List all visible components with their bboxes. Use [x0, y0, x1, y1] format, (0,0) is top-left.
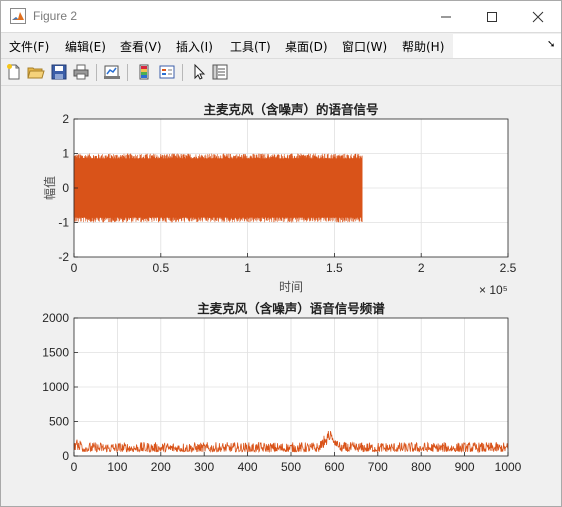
menu-bar: 文件(F) 编辑(E) 查看(V) 插入(I) 工具(T) 桌面(D) 窗口(W…: [1, 32, 561, 58]
axes-signal-ylabel: 幅值: [42, 176, 57, 200]
menu-window[interactable]: 窗口(W): [342, 38, 387, 55]
x-tick-label: 0.5: [152, 261, 169, 275]
x-tick-label: 800: [411, 460, 431, 474]
axes-signal-x-exponent: × 10⁵: [479, 283, 508, 297]
menu-filler: [453, 34, 561, 58]
y-tick-label: 2: [62, 112, 69, 126]
x-tick-label: 1.5: [326, 261, 343, 275]
y-tick-label: 1: [62, 147, 69, 161]
toolbar-separator: [182, 64, 183, 81]
x-tick-label: 0: [71, 460, 78, 474]
axes-signal[interactable]: 主麦克风（含噪声）的语音信号 0 0.5 1 1.5 2 2.5 -2 -1 0 1 2 时间 幅…: [42, 102, 517, 297]
x-tick-label: 1000: [495, 460, 522, 474]
x-tick-label: 600: [324, 460, 344, 474]
new-figure-icon[interactable]: [5, 63, 23, 81]
menu-help[interactable]: 帮助(H): [402, 38, 444, 55]
legend-icon[interactable]: [158, 63, 176, 81]
link-plot-icon[interactable]: [103, 63, 121, 81]
close-icon: [532, 11, 544, 22]
menu-insert[interactable]: 插入(I): [176, 38, 213, 55]
signal-waveform-trace: [73, 153, 363, 223]
menu-tools[interactable]: 工具(T): [230, 38, 271, 55]
axes-signal-xlabel: 时间: [279, 280, 303, 294]
x-tick-label: 200: [151, 460, 171, 474]
colorbar-icon[interactable]: [135, 63, 153, 81]
x-tick-label: 2: [418, 261, 425, 275]
y-tick-label: 500: [49, 415, 69, 429]
toolbar: [1, 58, 561, 86]
x-tick-label: 0: [71, 261, 78, 275]
dock-arrow-icon[interactable]: ➘: [547, 39, 555, 50]
x-tick-label: 1: [244, 261, 251, 275]
menu-view[interactable]: 查看(V): [120, 38, 162, 55]
axes-spectrum-title: 主麦克风（含噪声）语音信号频谱: [197, 301, 385, 316]
x-tick-label: 100: [107, 460, 127, 474]
y-tick-label: -1: [58, 216, 69, 230]
y-tick-label: 2000: [42, 311, 69, 325]
y-tick-label: 1500: [42, 346, 69, 360]
edit-plot-icon[interactable]: [190, 63, 208, 81]
x-tick-label: 300: [194, 460, 214, 474]
axes-signal-title: 主麦克风（含噪声）的语音信号: [203, 102, 378, 117]
toolbar-separator: [96, 64, 97, 81]
menu-file[interactable]: 文件(F): [9, 38, 49, 55]
x-tick-label: 400: [238, 460, 258, 474]
maximize-button[interactable]: [469, 1, 515, 32]
open-file-icon[interactable]: [27, 63, 45, 81]
plots-svg: 主麦克风（含噪声）的语音信号 0 0.5 1 1.5 2 2.5 -2 -1 0 1 2 时间 幅…: [42, 102, 522, 474]
axes-spectrum-yticks: 0 500 1000 1500 2000: [42, 311, 78, 463]
x-tick-label: 700: [368, 460, 388, 474]
property-inspector-icon[interactable]: [211, 63, 229, 81]
minimize-icon: [441, 16, 451, 17]
print-icon[interactable]: [72, 63, 90, 81]
minimize-button[interactable]: [423, 1, 469, 32]
menu-desktop[interactable]: 桌面(D): [285, 38, 328, 55]
window-title: Figure 2: [33, 9, 78, 23]
x-tick-label: 2.5: [500, 261, 517, 275]
figure-canvas: 主麦克风（含噪声）的语音信号 0 0.5 1 1.5 2 2.5 -2 -1 0 1 2 时间 幅…: [2, 87, 560, 506]
save-icon[interactable]: [50, 63, 68, 81]
y-tick-label: -2: [58, 250, 69, 264]
menu-edit[interactable]: 编辑(E): [65, 38, 106, 55]
signal-waveform: [73, 153, 363, 223]
x-tick-label: 500: [281, 460, 301, 474]
axes-spectrum[interactable]: 主麦克风（含噪声）语音信号频谱 0 100 200 300 400 500 600 700 80…: [42, 301, 521, 474]
figure-window: Figure 2 文件(F) 编辑(E) 查看(V) 插入(I) 工具(T) 桌…: [0, 0, 562, 507]
x-tick-label: 900: [455, 460, 475, 474]
maximize-icon: [487, 11, 497, 22]
y-tick-label: 0: [62, 181, 69, 195]
matlab-logo-icon: [10, 8, 26, 24]
title-bar: Figure 2: [1, 1, 561, 32]
y-tick-label: 1000: [42, 380, 69, 394]
close-button[interactable]: [515, 1, 561, 32]
toolbar-separator: [127, 64, 128, 81]
y-tick-label: 0: [62, 449, 69, 463]
